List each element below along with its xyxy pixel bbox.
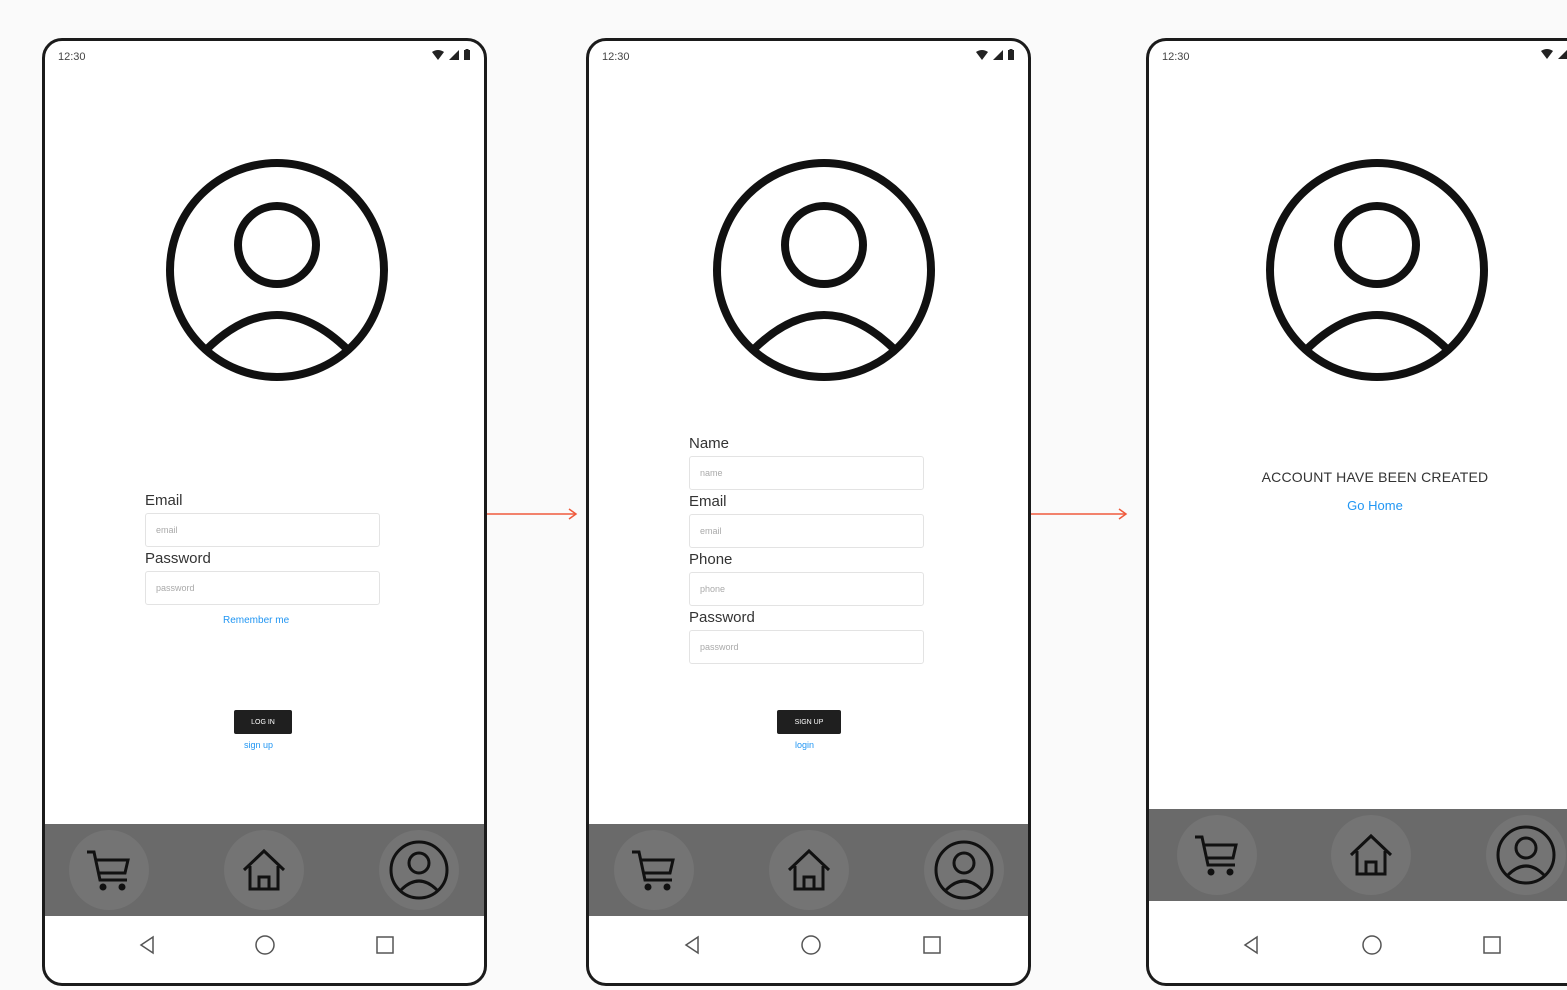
- home-icon: [787, 848, 831, 891]
- account-created-message: ACCOUNT HAVE BEEN CREATED: [1261, 469, 1489, 485]
- recents-icon: [1483, 936, 1501, 954]
- signal-icon: [1558, 50, 1567, 59]
- nav-home-button[interactable]: [1331, 815, 1411, 895]
- system-back-button[interactable]: [677, 930, 707, 960]
- nav-cart-button[interactable]: [614, 830, 694, 910]
- flow-arrow: [487, 508, 578, 520]
- nav-home-button[interactable]: [769, 830, 849, 910]
- status-icons: [1541, 49, 1567, 59]
- name-field[interactable]: [689, 456, 924, 490]
- system-nav: [589, 908, 1028, 983]
- success-message-block: ACCOUNT HAVE BEEN CREATED Go Home: [1149, 469, 1567, 515]
- system-recents-button[interactable]: [370, 930, 400, 960]
- login-link[interactable]: login: [795, 740, 814, 750]
- email-label: Email: [145, 492, 183, 509]
- system-nav: [1149, 908, 1567, 983]
- wifi-icon: [1541, 49, 1553, 59]
- name-label: Name: [689, 435, 730, 452]
- status-time: 12:30: [1162, 51, 1190, 63]
- phone-field[interactable]: [689, 572, 924, 606]
- nav-home-button[interactable]: [224, 830, 304, 910]
- home-icon: [242, 848, 286, 891]
- system-back-button[interactable]: [132, 930, 162, 960]
- nav-profile-button[interactable]: [1486, 815, 1566, 895]
- system-nav: [45, 908, 484, 983]
- profile-avatar-icon: [1262, 155, 1492, 385]
- system-home-button[interactable]: [250, 930, 280, 960]
- email-field[interactable]: [145, 513, 380, 547]
- login-screen: 12:30 Email Password Remember me LOG IN …: [42, 38, 487, 986]
- home-circle-icon: [801, 935, 821, 955]
- bottom-nav: [45, 824, 484, 916]
- system-recents-button[interactable]: [1477, 930, 1507, 960]
- back-icon: [1243, 935, 1258, 955]
- back-icon: [139, 935, 154, 955]
- password-field[interactable]: [145, 571, 380, 605]
- go-home-link[interactable]: Go Home: [1347, 498, 1403, 513]
- phone-label: Phone: [689, 551, 733, 568]
- nav-profile-button[interactable]: [379, 830, 459, 910]
- user-icon: [1496, 825, 1556, 885]
- signal-icon: [449, 49, 459, 60]
- nav-cart-button[interactable]: [1177, 815, 1257, 895]
- home-icon: [1349, 833, 1393, 876]
- status-icons: [976, 49, 1014, 60]
- email-field[interactable]: [689, 514, 924, 548]
- recents-icon: [923, 936, 941, 954]
- login-button[interactable]: LOG IN: [234, 710, 292, 734]
- nav-cart-button[interactable]: [69, 830, 149, 910]
- signal-icon: [993, 49, 1003, 60]
- account-created-screen: 12:30 ACCOUNT HAVE BEEN CREATED Go Home: [1146, 38, 1567, 986]
- login-form: Email Password: [145, 492, 380, 608]
- wifi-icon: [976, 49, 988, 60]
- cart-icon: [1195, 835, 1238, 876]
- signup-button[interactable]: SIGN UP: [777, 710, 841, 734]
- back-icon: [684, 935, 699, 955]
- home-circle-icon: [1362, 935, 1382, 955]
- nav-profile-button[interactable]: [924, 830, 1004, 910]
- status-icons: [432, 49, 470, 60]
- password-label: Password: [689, 609, 755, 626]
- bottom-nav: [1149, 809, 1567, 901]
- flow-arrow: [1031, 508, 1128, 520]
- wifi-icon: [432, 49, 444, 60]
- battery-icon: [1008, 49, 1014, 60]
- system-home-button[interactable]: [796, 930, 826, 960]
- bottom-nav: [589, 824, 1028, 916]
- password-label: Password: [145, 550, 211, 567]
- user-icon: [934, 840, 994, 900]
- battery-icon: [464, 49, 470, 60]
- email-label: Email: [689, 493, 727, 510]
- recents-icon: [376, 936, 394, 954]
- cart-icon: [632, 850, 675, 891]
- user-icon: [389, 840, 449, 900]
- password-field[interactable]: [689, 630, 924, 664]
- status-time: 12:30: [602, 51, 630, 63]
- cart-icon: [87, 850, 130, 891]
- system-back-button[interactable]: [1236, 930, 1266, 960]
- profile-avatar-icon: [162, 155, 392, 385]
- profile-avatar-icon: [709, 155, 939, 385]
- status-time: 12:30: [58, 51, 86, 63]
- home-circle-icon: [255, 935, 275, 955]
- signup-screen: 12:30 Name Email Phone Password SIGN UP …: [586, 38, 1031, 986]
- system-recents-button[interactable]: [917, 930, 947, 960]
- remember-me-link[interactable]: Remember me: [223, 615, 289, 626]
- signup-link[interactable]: sign up: [244, 740, 273, 750]
- signup-form: Name Email Phone Password: [689, 435, 924, 667]
- system-home-button[interactable]: [1357, 930, 1387, 960]
